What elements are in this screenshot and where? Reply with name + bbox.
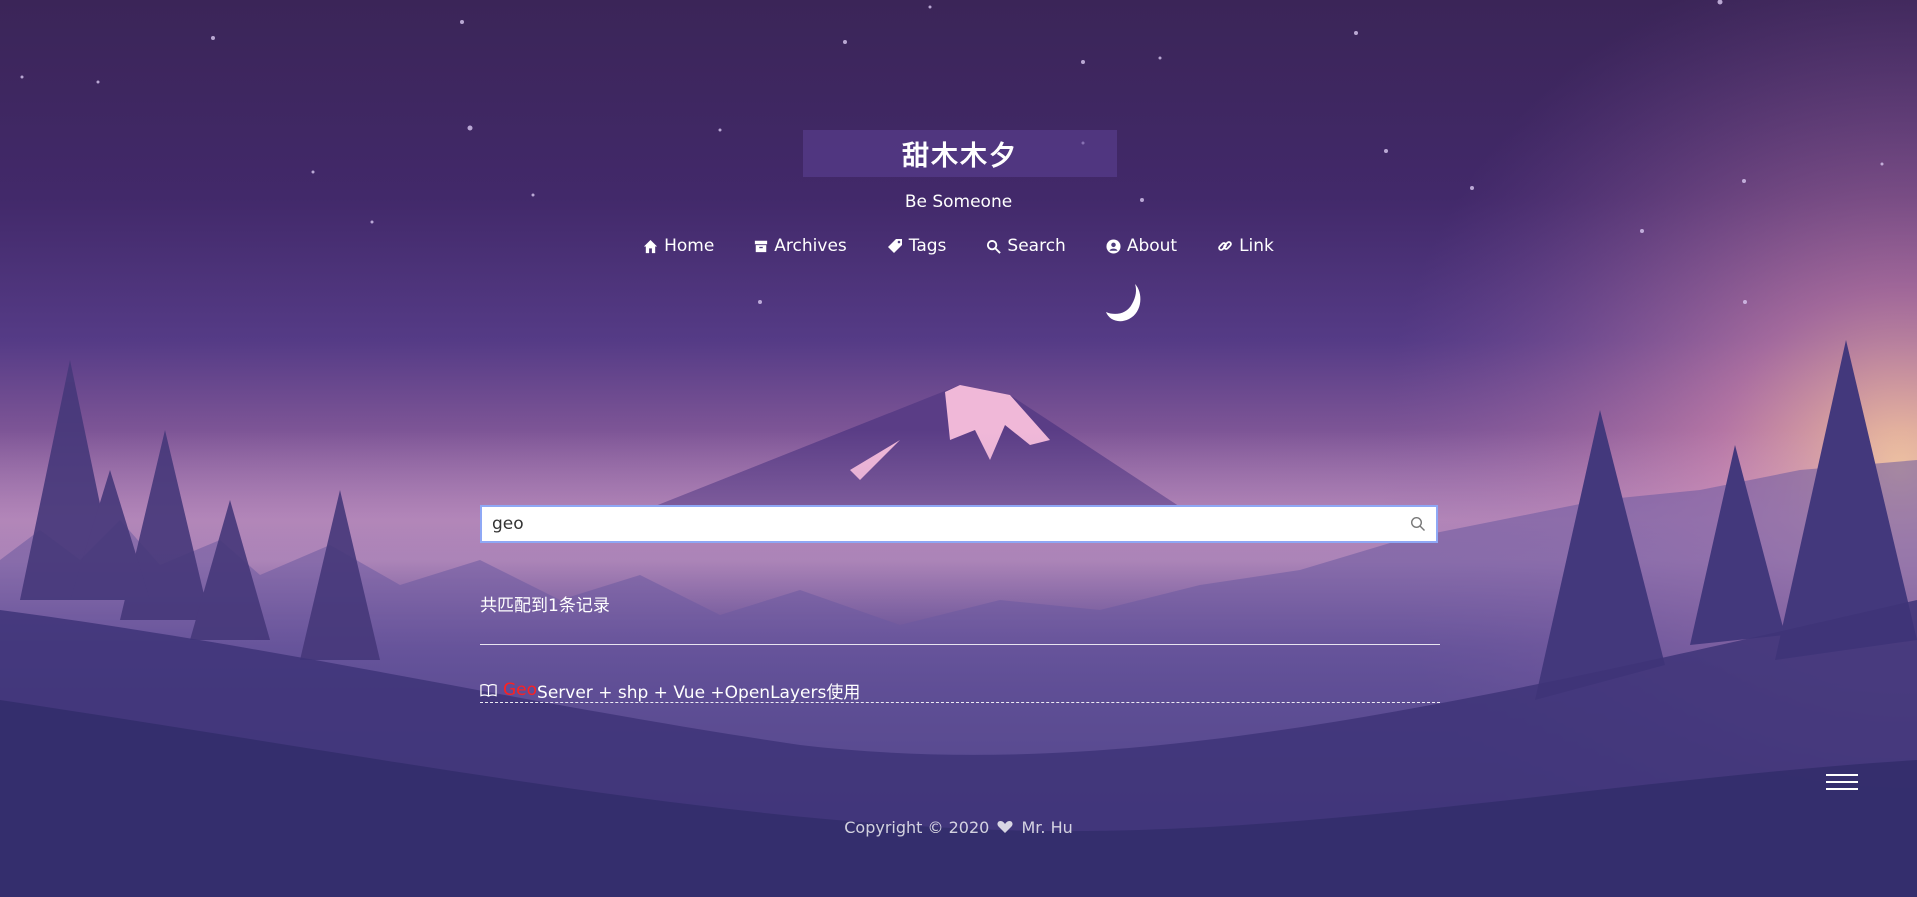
archive-icon [755, 240, 768, 253]
nav-item-label: Tags [908, 236, 947, 256]
nav-item-label: Link [1239, 236, 1274, 256]
footer: Copyright © 2020 Mr. Hu [0, 818, 1917, 837]
search-result-item[interactable]: Geo Server + shp + Vue +OpenLayers使用 [480, 678, 1440, 703]
theme-toggle-moon-icon[interactable] [1105, 282, 1145, 324]
user-icon [1106, 238, 1121, 254]
site-title[interactable]: 甜木木夕 [803, 130, 1117, 177]
search-box [480, 505, 1438, 543]
link-icon [1218, 241, 1232, 251]
nav-item-about[interactable]: About [1106, 236, 1177, 256]
nav-item-archives[interactable]: Archives [754, 236, 847, 256]
result-count: 共匹配到1条记录 [480, 596, 610, 616]
footer-copyright: Copyright © 2020 [844, 818, 990, 837]
main-nav: Home Archives Tags Search About Link [0, 236, 1917, 256]
nav-item-label: Home [664, 236, 715, 256]
result-highlight: Geo [503, 680, 538, 700]
nav-item-home[interactable]: Home [643, 236, 714, 256]
nav-item-link[interactable]: Link [1217, 236, 1274, 256]
search-icon [1410, 516, 1425, 531]
nav-item-search[interactable]: Search [986, 236, 1066, 256]
heart-icon [997, 821, 1013, 833]
nav-item-tags[interactable]: Tags [887, 236, 947, 256]
tag-icon [887, 239, 902, 253]
search-button[interactable] [1400, 507, 1436, 541]
menu-toggle-button[interactable] [1826, 769, 1858, 795]
nav-item-label: Archives [774, 236, 847, 256]
footer-author: Mr. Hu [1021, 818, 1073, 837]
nav-item-label: Search [1007, 236, 1066, 256]
search-icon [987, 239, 1002, 254]
book-icon [480, 684, 497, 697]
site-header: 甜木木夕 Be Someone Home Archives Tags Searc… [0, 0, 1917, 340]
home-icon [644, 239, 658, 253]
nav-item-label: About [1126, 236, 1178, 256]
search-input[interactable] [482, 507, 1400, 541]
site-subtitle: Be Someone [904, 192, 1013, 212]
result-title: Server + shp + Vue +OpenLayers使用 [537, 682, 861, 703]
results-divider [480, 644, 1440, 645]
